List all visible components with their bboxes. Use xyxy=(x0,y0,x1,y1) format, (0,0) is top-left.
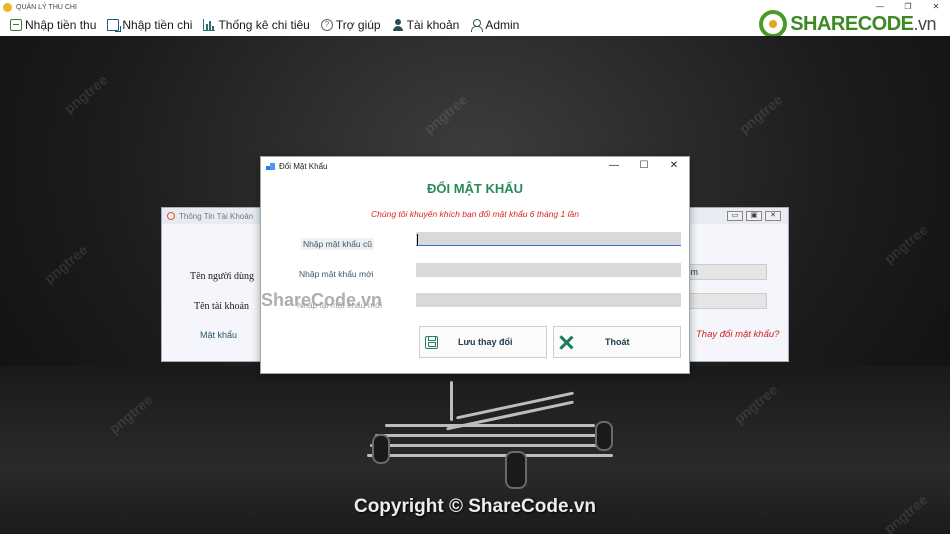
sharecode-logo-icon xyxy=(759,10,788,38)
old-password-input[interactable] xyxy=(416,232,681,246)
background-watermark: pngtree xyxy=(60,71,111,117)
help-icon: ? xyxy=(320,19,333,31)
minimize-button[interactable]: — xyxy=(599,157,629,175)
new-password-label: Nhập mật khẩu mới xyxy=(299,269,374,279)
menu-item-income[interactable]: Nhập tiền thu xyxy=(10,18,96,32)
close-button[interactable]: ✕ xyxy=(765,211,781,221)
account-info-window-icon xyxy=(167,212,175,220)
menu-item-statistics[interactable]: Thống kê chi tiêu xyxy=(203,18,310,32)
income-entry-icon xyxy=(10,19,22,31)
background-watermark: pngtree xyxy=(880,221,931,267)
menu-item-account[interactable]: Tài khoản xyxy=(392,18,460,32)
confirm-password-input[interactable] xyxy=(416,293,681,307)
background-watermark: pngtree xyxy=(40,241,91,287)
exit-button[interactable]: Thoát xyxy=(553,326,681,358)
dialog-window-controls: — ☐ ✕ xyxy=(599,157,689,175)
minimize-button[interactable]: ▭ xyxy=(727,211,743,221)
close-button[interactable]: ✕ xyxy=(659,157,689,175)
old-password-label: Nhập mật khẩu cũ xyxy=(301,238,374,250)
email-field[interactable]: com xyxy=(677,264,767,280)
logo-text: SHARECODE.vn xyxy=(790,12,936,35)
menu-item-expense[interactable]: Nhập tiền chi xyxy=(107,18,192,32)
background-watermark: pngtree xyxy=(735,91,786,137)
save-changes-button[interactable]: Lưu thay đổi xyxy=(419,326,547,358)
copyright-watermark: Copyright © ShareCode.vn xyxy=(353,496,597,517)
menu-item-label: Tài khoản xyxy=(406,18,460,32)
new-password-input[interactable] xyxy=(416,263,681,277)
user-icon xyxy=(392,19,404,31)
account-info-window-controls: ▭ ▣ ✕ xyxy=(727,211,781,221)
password-change-note: Chúng tôi khuyến khích bạn đổi mật khẩu … xyxy=(371,209,579,219)
cart-wheel xyxy=(505,451,527,489)
menu-item-label: Nhập tiền chi xyxy=(122,18,193,32)
account-name-field[interactable] xyxy=(677,293,767,309)
menu-item-label: Admin xyxy=(485,18,520,32)
dialog-title: Đổi Mật Khẩu xyxy=(279,161,328,171)
background-watermark: pngtree xyxy=(420,91,471,137)
save-icon xyxy=(425,335,438,349)
maximize-button[interactable]: ☐ xyxy=(629,157,659,175)
maximize-button[interactable]: ▣ xyxy=(746,211,762,221)
text-caret xyxy=(417,234,418,245)
statistics-chart-icon xyxy=(203,19,216,31)
account-name-label: Tên tài khoản xyxy=(194,301,249,312)
dialog-window-icon xyxy=(266,162,275,170)
app-title: QUẢN LÝ THU CHI xyxy=(16,3,77,11)
menu-item-admin[interactable]: Admin xyxy=(470,18,519,32)
cart-image xyxy=(365,381,615,457)
sharecode-watermark: ShareCode.vn xyxy=(261,290,383,310)
user-name-label: Tên người dùng xyxy=(190,271,255,282)
account-info-title: Thông Tin Tài Khoản xyxy=(179,211,254,221)
close-x-icon xyxy=(559,335,573,349)
expense-entry-icon xyxy=(107,19,122,32)
cart-wheel xyxy=(372,434,390,464)
password-label: Mật khẩu xyxy=(200,330,238,340)
exit-button-label: Thoát xyxy=(605,337,630,347)
dialog-heading: ĐỔI MẬT KHẨU xyxy=(426,181,524,196)
save-button-label: Lưu thay đổi xyxy=(458,337,513,347)
admin-icon xyxy=(470,19,484,32)
sharecode-logo: SHARECODE.vn xyxy=(759,10,936,38)
change-password-dialog: Đổi Mật Khẩu — ☐ ✕ ĐỔI MẬT KHẨU Chúng tô… xyxy=(260,156,690,374)
menu-item-label: Thống kê chi tiêu xyxy=(218,18,310,32)
app-logo-icon xyxy=(3,2,12,12)
change-password-link[interactable]: Thay đổi mật khẩu? xyxy=(696,329,779,340)
menu-item-help[interactable]: ? Trợ giúp xyxy=(320,18,381,32)
menu-item-label: Nhập tiền thu xyxy=(25,18,97,32)
menu-item-label: Trợ giúp xyxy=(335,18,381,32)
cart-wheel xyxy=(595,421,613,451)
